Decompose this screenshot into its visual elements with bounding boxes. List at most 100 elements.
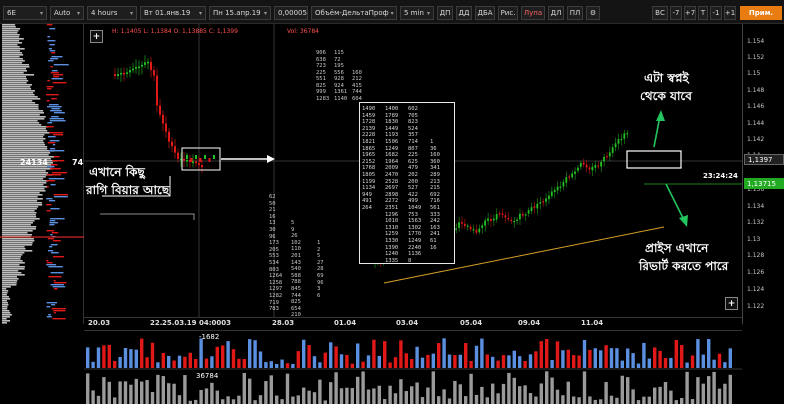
delta-bar [491,356,495,368]
delta-bar [599,350,603,368]
date-from-field[interactable]: Вт 01.янв.19 [140,6,206,20]
profile-delta-bar [47,80,50,82]
symbol-select[interactable]: 6E [3,6,47,20]
gear-icon[interactable]: ⚙ [586,6,600,20]
interval-select[interactable]: 5 min [400,6,434,20]
toolbar-button-magnifier[interactable]: Лупа [521,6,545,20]
profile-delta-bar [49,140,60,142]
cluster-cell: 716 [430,198,440,205]
delta-bar [501,355,506,368]
toolbar-button-dd[interactable]: ДД [456,6,472,20]
cluster-cell: 213 [430,178,440,185]
apply-button[interactable]: Прим. [740,6,782,20]
profile-bar [2,218,40,220]
toolbar-button-dba[interactable]: ДБА [475,6,495,20]
delta-bar [188,352,192,368]
date-to-field[interactable]: Пн 15.апр.19 [209,6,271,20]
profile-poc-value: 24134 [20,158,48,167]
profile-delta-bar [46,94,59,96]
profile-bar [2,284,17,286]
scale-select[interactable]: Auto [50,6,84,20]
cluster-cell: 1193 [385,132,399,139]
delta-bar [674,339,678,368]
delta-bar [507,355,511,368]
toolbar-button-minus1[interactable]: -1 [710,6,722,20]
volume-readout: 36784 [196,372,219,380]
date-tick-label: 09.04 [518,319,541,327]
plus-icon[interactable]: + [90,30,103,43]
profile-bar [2,194,43,196]
volume-bar [496,393,500,404]
cluster-row: 1821 1506 714 1 [360,139,456,145]
profile-delta-bar [53,194,68,196]
toolbar-button-minus7[interactable]: -7 [670,6,682,20]
profile-bar [2,100,33,102]
volume-bar [707,376,711,404]
candle [458,222,460,228]
profile-bar [2,274,25,276]
delta-bar [329,342,333,368]
candle [548,195,550,200]
profile-delta-bar [47,40,56,42]
delta-bar [723,362,727,368]
volume-bar [410,386,414,404]
delta-bar [701,354,705,368]
date-axis: 20.03 22. 25.03.19 04:0003 28.03 01.04 03.04 0… [84,317,742,330]
toolbar-button-dl[interactable]: ДЛ [548,6,564,20]
profile-bar [2,112,44,114]
price-chart[interactable]: + + H: 1,1405 L: 1,1384 O: 1,13885 C: 1,… [84,24,742,318]
tick-size-field[interactable]: 0,00005 [274,6,308,20]
profile-delta-bar [53,76,59,78]
toolbar-button-plus1[interactable]: +1 [724,6,736,20]
cluster-row: 1296 753 333 [360,212,456,218]
toolbar-button-vs[interactable]: ВС [652,6,668,20]
cluster-mid-cell: 825 [291,299,301,306]
profile-delta-bar [49,220,56,222]
profile-delta-bar [46,186,49,188]
toolbar-button-dp[interactable]: ДП [437,6,453,20]
cluster-cell: 2528 [385,178,399,185]
toolbar-button-t[interactable]: T [698,6,708,20]
candle [542,201,544,203]
cluster-top-left-cell: 723 [316,63,326,69]
cluster-top-left-cell: 906 [316,50,326,56]
profile-bar [2,186,48,188]
volume-bar [442,389,446,404]
volume-bar [145,380,149,404]
profile-bar [2,308,8,310]
volume-bar [307,390,311,404]
volume-bar [469,373,473,404]
price-tick-label: 1.134 [747,203,765,210]
delta-bar [707,339,711,368]
toolbar-button-plus7[interactable]: +7 [684,6,696,20]
plus-icon[interactable]: + [725,297,738,310]
cluster-cell: 1330 [385,238,399,244]
cluster-cell: 16 [430,244,437,251]
cluster-cell: 2272 [385,198,399,205]
profile-bar [2,150,55,152]
price-axis[interactable]: 1.1541.1521.151.1481.1461.1441.1421.141.… [742,24,784,324]
candle [626,133,629,135]
volume-bar [96,395,101,404]
delta-bar [442,338,446,368]
toolbar-button-draw[interactable]: Рис. [498,6,518,20]
cluster-cell: 1390 [385,244,399,251]
profile-bar [2,184,44,186]
cluster-left-cell: 13 [269,220,276,227]
profile-delta-bar [53,156,60,158]
volume-bar [248,378,252,404]
cluster-cell: 1259 [385,231,399,238]
profile-bar [2,168,53,170]
period-select[interactable]: 4 hours [87,6,137,20]
profile-delta-bar [53,64,69,66]
candle [510,219,513,222]
cluster-mid-cell: 654 [291,305,301,312]
cluster-left-cell: 553 [269,253,279,260]
indicator-select[interactable]: Объём-ДельтаПроф [311,6,397,20]
toolbar-button-pl[interactable]: ПЛ [567,6,583,20]
cluster-top-right-cell: 924 [334,82,344,89]
profile-bar [2,78,27,80]
cluster-cell: 1199 [362,178,376,185]
volume-bar [296,395,300,404]
candle [481,225,484,228]
